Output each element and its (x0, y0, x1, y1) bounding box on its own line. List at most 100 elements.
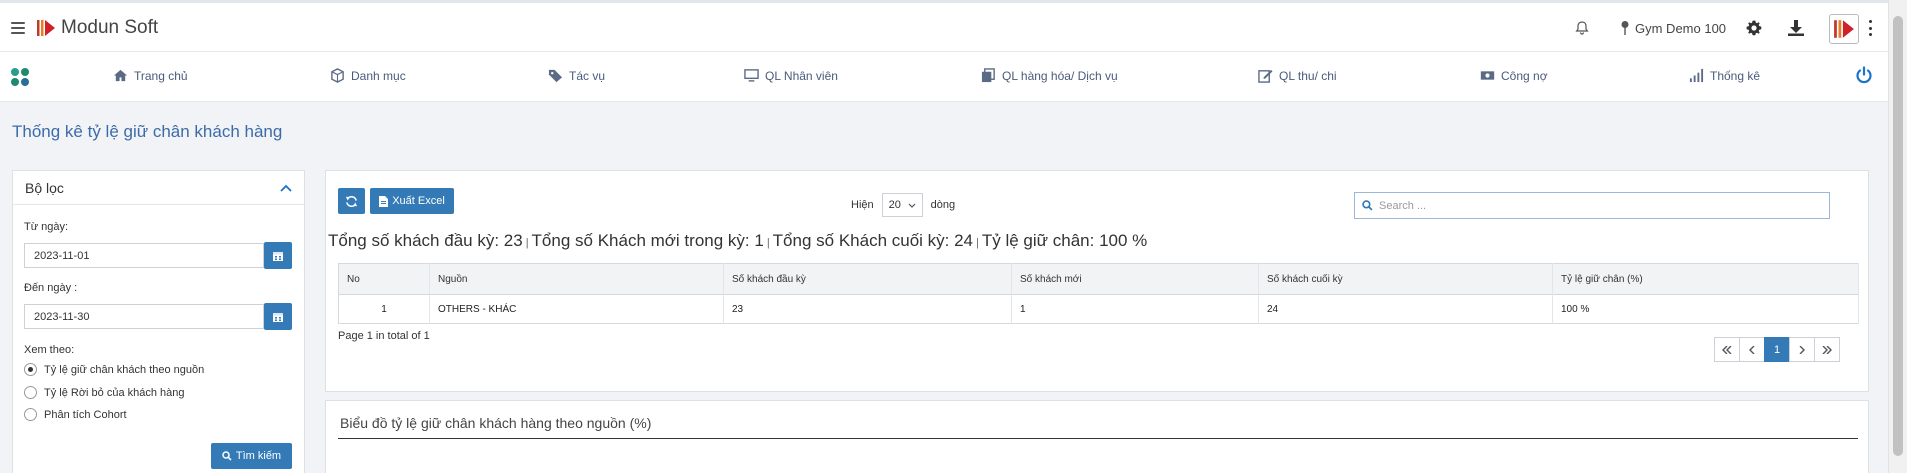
apps-grid-icon[interactable] (10, 67, 30, 87)
next-page-button[interactable] (1789, 337, 1815, 362)
cube-icon (331, 68, 344, 83)
table-header-row: No Nguồn Số khách đầu kỳ Số khách mới Số… (338, 263, 1859, 295)
gym-selector[interactable]: Gym Demo 100 (1620, 20, 1726, 36)
signal-icon (1689, 68, 1704, 83)
page-size-select[interactable]: 20 (881, 193, 923, 217)
radio-button[interactable] (24, 386, 37, 399)
nav-item-label: QL Nhân viên (765, 68, 838, 83)
rows-label: dòng (930, 199, 956, 211)
chart-panel: Biểu đồ tỷ lệ giữ chân khách hàng theo n… (325, 400, 1869, 473)
from-date-calendar-button[interactable] (264, 242, 292, 269)
more-options-icon[interactable] (1869, 20, 1873, 36)
prev-page-button[interactable] (1739, 337, 1765, 362)
export-excel-label: Xuất Excel (392, 195, 445, 207)
nav-item-goods[interactable]: QL hàng hóa/ Dịch vụ (981, 68, 1118, 83)
brand-name: Modun Soft (61, 17, 159, 38)
table-cell: 24 (1258, 294, 1553, 324)
radio-churn-rate[interactable]: Tỷ lệ Rời bỏ của khách hàng (24, 386, 185, 399)
chart-divider (338, 438, 1858, 439)
nav-item-home[interactable]: Trang chủ (113, 68, 188, 83)
nav-item-label: Tác vụ (569, 68, 606, 83)
nav-item-debt[interactable]: Công nợ (1480, 68, 1548, 83)
page-size-value: 20 (888, 199, 901, 211)
double-chevron-left-icon (1722, 345, 1732, 354)
tag-icon (548, 69, 563, 83)
nav-item-label: QL hàng hóa/ Dịch vụ (1002, 68, 1118, 83)
column-header[interactable]: Số khách mới (1011, 263, 1259, 295)
summary-separator: | (976, 237, 979, 249)
copy-icon (981, 68, 995, 83)
double-chevron-right-icon (1822, 345, 1832, 354)
table-row[interactable]: 1 OTHERS - KHÁC 23 1 24 100 % (338, 294, 1859, 324)
user-avatar[interactable] (1829, 14, 1859, 44)
nav-item-label: Danh mục (351, 68, 406, 83)
column-header[interactable]: Nguồn (429, 263, 724, 295)
home-icon (113, 69, 128, 82)
gear-icon[interactable] (1745, 19, 1763, 37)
radio-retention-by-source[interactable]: Tỷ lệ giữ chân khách theo nguồn (24, 363, 204, 376)
nav-item-label: Thống kê (1710, 68, 1761, 83)
calendar-icon (273, 251, 283, 261)
page-number-button[interactable]: 1 (1764, 337, 1790, 362)
page-size-control: Hiện 20 dòng (851, 193, 955, 217)
column-header[interactable]: Số khách đầu kỳ (723, 263, 1012, 295)
column-header[interactable]: Số khách cuối kỳ (1258, 263, 1553, 295)
filter-panel: Bộ lọc Từ ngày: 2023-11-01 Đến ngày : 20… (12, 170, 305, 473)
results-panel: Xuất Excel Hiện 20 dòng Search ... Tổng … (325, 170, 1869, 392)
chart-title: Biểu đồ tỷ lệ giữ chân khách hàng theo n… (340, 415, 652, 431)
monitor-icon (744, 69, 759, 82)
top-header: Modun Soft Gym Demo 100 (0, 0, 1907, 52)
from-date-input[interactable]: 2023-11-01 (24, 243, 264, 268)
nav-item-catalog[interactable]: Danh mục (330, 68, 406, 83)
to-date-calendar-button[interactable] (264, 303, 292, 330)
download-icon[interactable] (1787, 19, 1805, 37)
refresh-button[interactable] (338, 188, 365, 214)
file-icon (379, 195, 389, 207)
table-search-input[interactable]: Search ... (1354, 192, 1830, 219)
chevron-down-icon (908, 203, 916, 208)
search-icon (1362, 200, 1373, 211)
search-button[interactable]: Tìm kiếm (211, 443, 292, 469)
hamburger-menu-icon[interactable] (11, 22, 25, 34)
radio-label: Tỷ lệ Rời bỏ của khách hàng (44, 386, 185, 399)
table-cell: 23 (723, 294, 1012, 324)
last-page-button[interactable] (1814, 337, 1840, 362)
nav-item-income-expense[interactable]: QL thu/ chi (1258, 68, 1337, 83)
map-pin-icon (1621, 21, 1629, 35)
radio-button[interactable] (24, 408, 37, 421)
pagination-info: Page 1 in total of 1 (338, 330, 430, 342)
nav-item-tasks[interactable]: Tác vụ (548, 68, 605, 83)
column-header[interactable]: Tỷ lệ giữ chân (%) (1552, 263, 1859, 295)
summary-line: Tổng số khách đầu kỳ: 23 | Tổng số Khách m… (328, 231, 1147, 251)
filter-header[interactable]: Bộ lọc (13, 171, 304, 205)
brand-logo-icon (1834, 20, 1854, 38)
export-excel-button[interactable]: Xuất Excel (370, 188, 454, 214)
brand-logo-icon (37, 20, 55, 36)
first-page-button[interactable] (1714, 337, 1740, 362)
summary-start-total: Tổng số khách đầu kỳ: 23 (328, 231, 523, 250)
radio-cohort-analysis[interactable]: Phân tích Cohort (24, 408, 127, 421)
scrollbar-thumb[interactable] (1893, 16, 1903, 456)
table-cell: 1 (338, 294, 430, 324)
filter-title: Bộ lọc (25, 179, 64, 196)
bell-icon[interactable] (1574, 20, 1590, 36)
chevron-up-icon[interactable] (280, 184, 292, 192)
column-header[interactable]: No (338, 263, 430, 295)
table-cell: 1 (1011, 294, 1259, 324)
power-icon[interactable] (1855, 66, 1873, 84)
show-label: Hiện (851, 199, 874, 211)
search-icon (222, 451, 232, 461)
page-scrollbar[interactable] (1888, 0, 1907, 473)
radio-button[interactable] (24, 363, 37, 376)
to-date-label: Đến ngày : (24, 282, 78, 294)
from-date-label: Từ ngày: (24, 221, 69, 233)
nav-item-staff[interactable]: QL Nhân viên (744, 68, 838, 83)
nav-item-statistics[interactable]: Thống kê (1689, 68, 1760, 83)
page-title: Thống kê tỷ lệ giữ chân khách hàng (12, 122, 283, 141)
money-icon (1480, 71, 1495, 80)
summary-retention: Tỷ lệ giữ chân: 100 % (981, 231, 1148, 250)
to-date-input[interactable]: 2023-11-30 (24, 304, 264, 329)
calendar-icon (273, 312, 283, 322)
summary-separator: | (525, 237, 529, 249)
retention-table: No Nguồn Số khách đầu kỳ Số khách mới Số… (338, 263, 1859, 324)
